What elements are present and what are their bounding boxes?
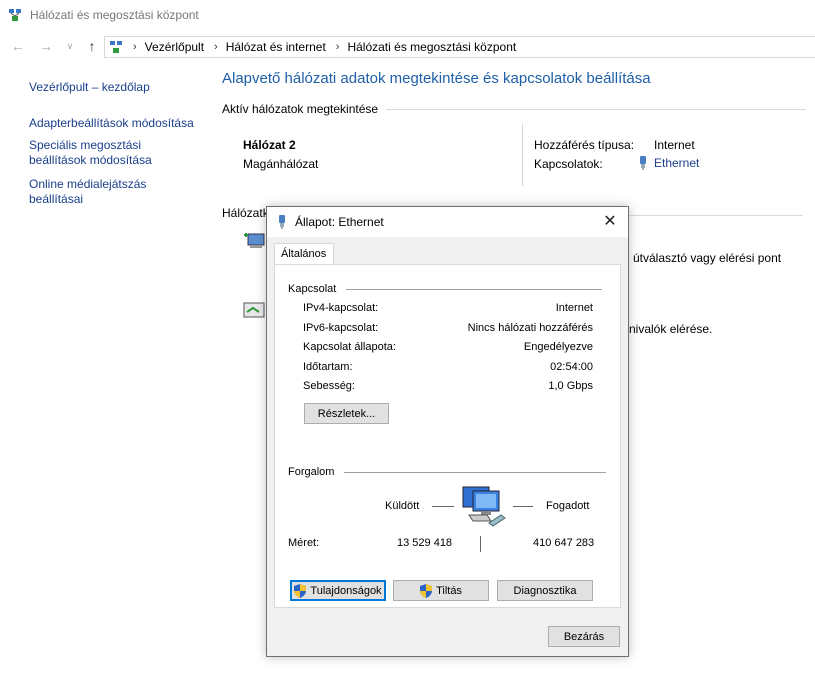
breadcrumb-separator-icon: › (335, 41, 340, 53)
disable-button-label: Tiltás (436, 584, 462, 597)
dialog-title: Állapot: Ethernet (295, 215, 384, 229)
network-type-link[interactable]: Magánhálózat (243, 157, 318, 171)
ipv6-label: IPv6-kapcsolat: (303, 322, 379, 334)
divider (386, 108, 807, 110)
advanced-sharing-line1: Speciális megosztási (29, 138, 142, 152)
breadcrumb-separator-icon: › (133, 41, 137, 53)
ethernet-icon (279, 215, 285, 229)
ipv6-value: Nincs hálózati hozzáférés (467, 322, 593, 334)
disable-button[interactable]: Tiltás (393, 580, 489, 601)
size-label: Méret: (288, 537, 320, 549)
recent-locations-chevron-icon[interactable]: ∨ (62, 38, 78, 54)
change-settings-label: Hálózatk (222, 206, 269, 220)
advanced-sharing-link[interactable]: Speciális megosztási beállítások módosít… (29, 138, 152, 168)
received-label: Fogadott (546, 500, 590, 512)
ethernet-link-text: Ethernet (654, 156, 700, 170)
network-name: Hálózat 2 (243, 138, 296, 152)
access-type-label: Hozzáférés típusa: (534, 138, 635, 152)
media-streaming-link[interactable]: Online médialejátszás beállításai (29, 177, 146, 207)
forward-arrow-icon[interactable]: → (38, 38, 54, 54)
sent-bytes-value: 13 529 418 (397, 537, 453, 549)
page-title: Alapvető hálózati adatok megtekintése és… (222, 70, 651, 87)
connections-label: Kapcsolatok: (534, 157, 603, 171)
diagnose-button[interactable]: Diagnosztika (497, 580, 593, 601)
connection-group-label: Kapcsolat (288, 283, 337, 295)
new-connection-icon[interactable] (242, 230, 266, 252)
breadcrumb-control-panel[interactable]: Vezérlőpult (145, 40, 204, 54)
active-networks-label: Aktív hálózatok megtekintése (222, 102, 379, 116)
duration-value: 02:54:00 (550, 361, 593, 373)
tab-general[interactable]: Általános (274, 243, 334, 265)
sent-line (432, 506, 454, 507)
speed-label: Sebesség: (303, 380, 355, 392)
media-streaming-line1: Online médialejátszás (29, 177, 147, 191)
network-center-icon (9, 9, 21, 21)
ethernet-connection-link[interactable]: Ethernet (638, 156, 699, 170)
close-icon[interactable]: ✕ (600, 212, 620, 232)
divider (629, 215, 803, 216)
divider (346, 288, 603, 290)
network-activity-icon (462, 486, 506, 527)
media-state-label: Kapcsolat állapota: (303, 341, 396, 353)
connection-group-header: Kapcsolat (288, 283, 603, 295)
traffic-group-label: Forgalom (288, 466, 335, 478)
address-network-icon (110, 41, 122, 53)
advanced-sharing-line2: beállítások módosítása (29, 153, 152, 167)
size-divider (480, 536, 481, 552)
troubleshoot-description-partial: nivalók elérése. (629, 322, 713, 336)
traffic-group-header: Forgalom (288, 466, 607, 478)
uac-shield-icon (294, 583, 307, 598)
close-button[interactable]: Bezárás (548, 626, 620, 647)
received-bytes-value: 410 647 283 (533, 537, 595, 549)
address-bar[interactable]: › Vezérlőpult › Hálózat és internet › Há… (104, 36, 815, 58)
access-type-value: Internet (654, 138, 695, 152)
general-tab-panel: Kapcsolat IPv4-kapcsolat: Internet IPv6-… (274, 264, 621, 608)
troubleshoot-icon[interactable] (242, 300, 266, 322)
properties-button[interactable]: Tulajdonságok (290, 580, 386, 601)
media-state-value: Engedélyezve (523, 341, 593, 353)
ipv4-value: Internet (555, 302, 593, 314)
back-arrow-icon[interactable]: ← (10, 38, 26, 54)
received-line (513, 506, 533, 507)
ipv4-label: IPv4-kapcsolat: (303, 302, 379, 314)
vertical-divider (522, 124, 523, 186)
window-title: Hálózati és megosztási központ (30, 8, 199, 22)
ethernet-icon (640, 156, 646, 170)
duration-label: Időtartam: (303, 361, 353, 373)
up-arrow-icon[interactable]: ↑ (84, 38, 100, 54)
breadcrumb-network-internet[interactable]: Hálózat és internet (226, 40, 326, 54)
setup-description-partial: útválasztó vagy elérési pont (633, 251, 782, 265)
uac-shield-icon (420, 583, 433, 598)
media-streaming-line2: beállításai (29, 192, 84, 206)
details-button[interactable]: Részletek... (304, 403, 389, 424)
adapter-settings-link[interactable]: Adapterbeállítások módosítása (29, 116, 194, 131)
properties-button-label: Tulajdonságok (310, 584, 382, 597)
breadcrumb-network-sharing-center[interactable]: Hálózati és megosztási központ (347, 40, 516, 54)
ethernet-status-dialog: Állapot: Ethernet ✕ Általános Kapcsolat … (266, 206, 629, 657)
window-titlebar: Hálózati és megosztási központ (0, 0, 815, 30)
change-settings-header: Hálózatk (222, 206, 269, 220)
speed-value: 1,0 Gbps (548, 380, 593, 392)
breadcrumb-separator-icon: › (214, 41, 218, 53)
dialog-titlebar[interactable]: Állapot: Ethernet (267, 207, 628, 237)
divider (344, 471, 607, 473)
sent-label: Küldött (385, 500, 420, 512)
active-networks-header: Aktív hálózatok megtekintése (222, 102, 807, 116)
control-panel-home-link[interactable]: Vezérlőpult – kezdőlap (29, 80, 150, 95)
navigation-row: ← → ∨ ↑ › Vezérlőpult › Hálózat és inter… (0, 34, 815, 60)
